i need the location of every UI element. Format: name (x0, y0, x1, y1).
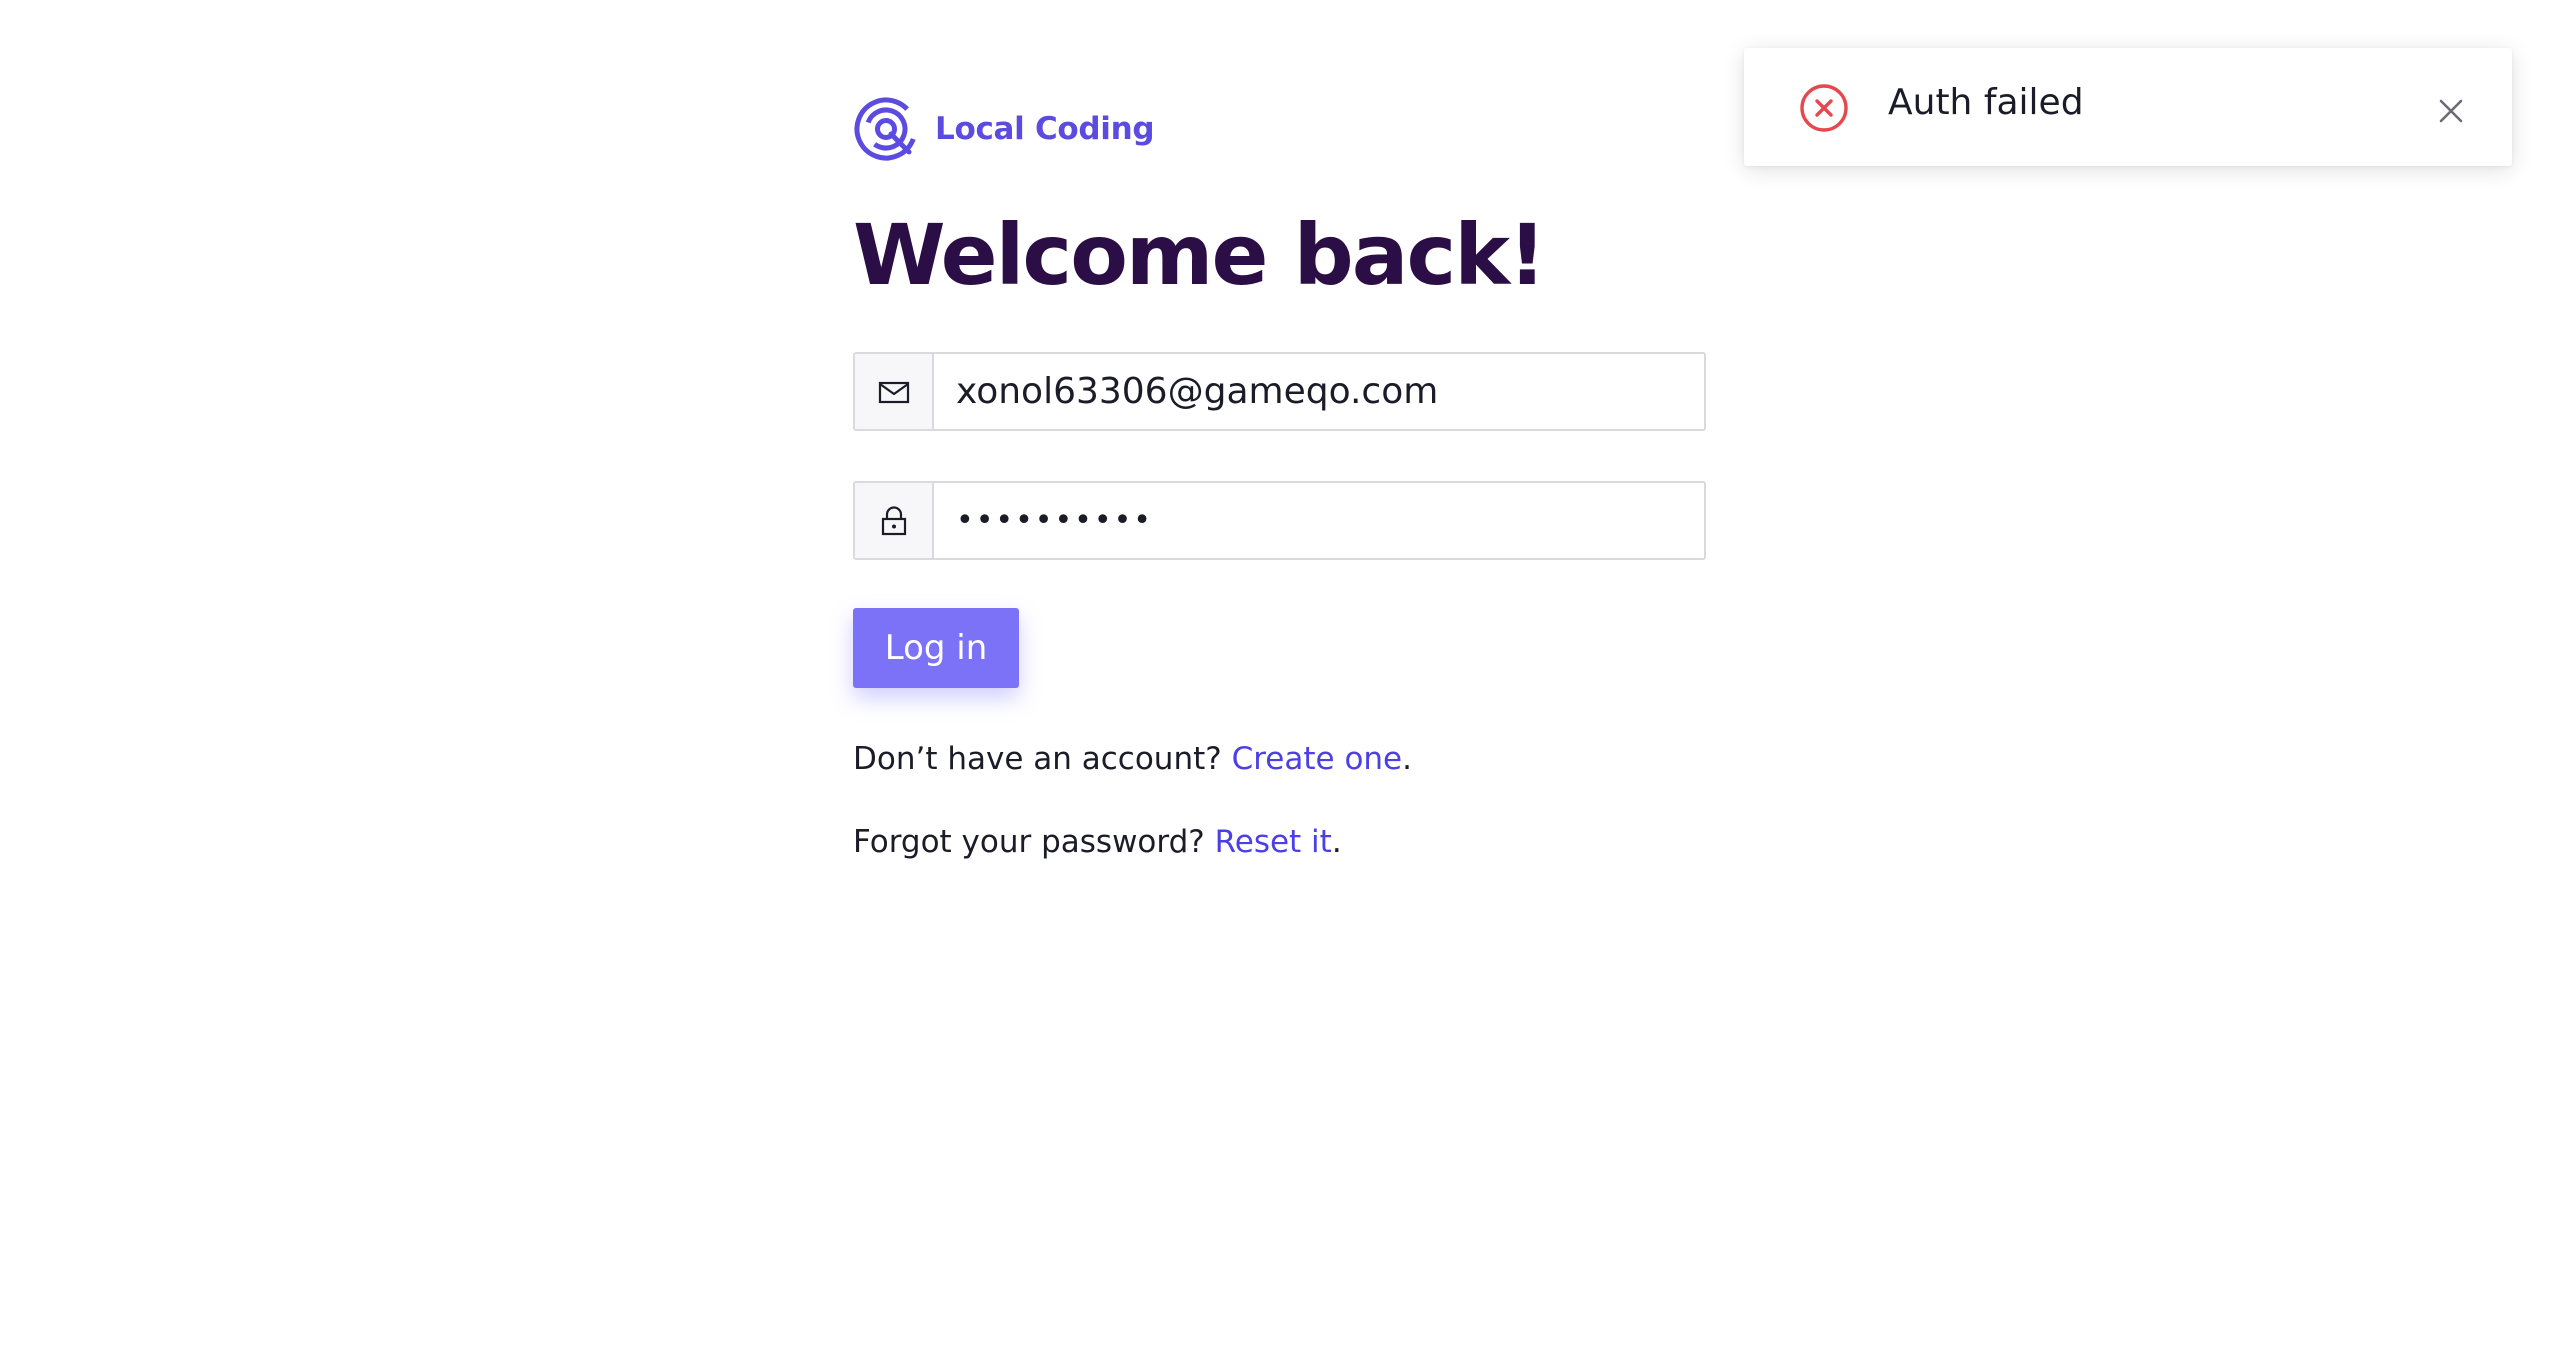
mail-icon (878, 381, 909, 403)
email-input[interactable] (934, 354, 1704, 429)
password-field (853, 481, 1706, 560)
toast-message: Auth failed (1888, 82, 2084, 123)
email-field-icon-box (855, 354, 934, 429)
login-button[interactable]: Log in (853, 608, 1019, 688)
page-title: Welcome back! (853, 206, 1546, 304)
password-input[interactable] (934, 483, 1704, 558)
brand-logo-icon (854, 97, 918, 161)
create-account-link[interactable]: Create one (1232, 741, 1403, 777)
create-account-period: . (1402, 741, 1412, 777)
reset-password-link[interactable]: Reset it (1215, 824, 1332, 860)
brand-link[interactable]: Local Coding (853, 96, 1155, 162)
create-account-prompt: Don’t have an account? (853, 741, 1222, 777)
login-page: Local Coding Welcome back! Log in Don’t … (0, 0, 2560, 1366)
lock-icon (881, 505, 906, 535)
reset-password-prompt: Forgot your password? (853, 824, 1205, 860)
password-field-icon-box (855, 483, 934, 558)
close-icon (2439, 99, 2463, 123)
reset-password-period: . (1331, 824, 1342, 860)
reset-password-line: Forgot your password? Reset it. (853, 824, 1342, 860)
email-field (853, 352, 1706, 431)
error-toast: Auth failed (1744, 48, 2512, 166)
create-account-line: Don’t have an account? Create one. (853, 741, 1412, 777)
brand-name: Local Coding (935, 111, 1155, 147)
toast-close-button[interactable] (2434, 94, 2468, 128)
error-circle-icon (1800, 84, 1848, 132)
